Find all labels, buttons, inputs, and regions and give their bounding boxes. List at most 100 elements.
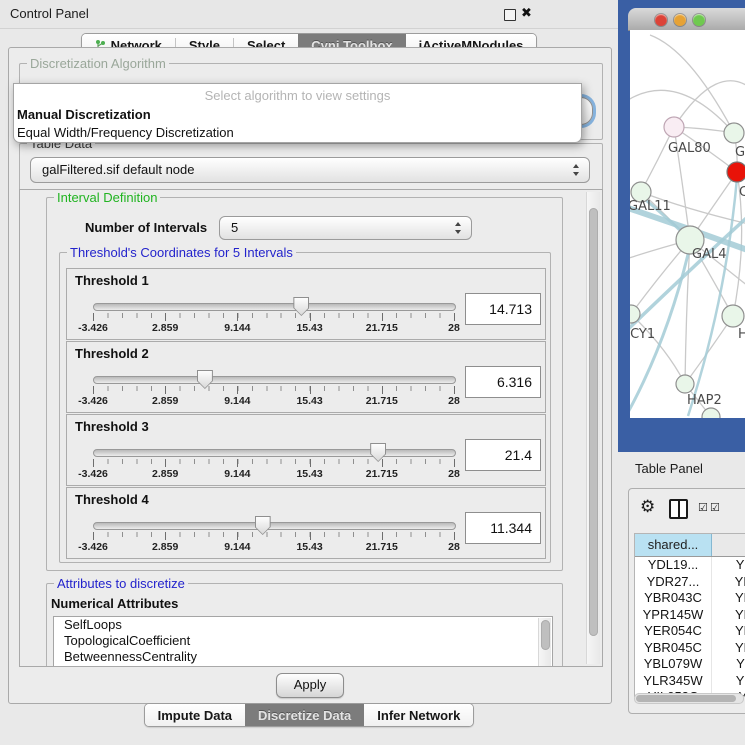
network-edge[interactable] [674, 81, 745, 127]
network-node-pink[interactable] [664, 117, 684, 137]
split-columns-icon[interactable] [669, 499, 688, 519]
network-node-green[interactable] [676, 375, 694, 393]
cell-shared-name[interactable]: YDR27... [635, 574, 712, 591]
slider-tick-label: 15.43 [296, 322, 322, 334]
slider-major-tick [382, 386, 383, 394]
apply-button[interactable]: Apply [276, 673, 344, 698]
network-node-green[interactable] [722, 305, 744, 327]
attribute-item[interactable]: TopologicalCoefficient [54, 633, 552, 649]
cell-name[interactable]: YDR2 [712, 574, 745, 591]
vertical-scrollbar-thumb[interactable] [589, 208, 598, 636]
checkbox-icon[interactable]: ☑ [710, 501, 720, 514]
table-row[interactable]: YDR27...YDR2 [635, 574, 745, 591]
table-row[interactable]: YBR045CYBR0 [635, 640, 745, 657]
tab-impute-data[interactable]: Impute Data [145, 704, 245, 726]
slider-major-tick [237, 459, 238, 467]
threshold-value-field[interactable]: 21.4 [465, 439, 541, 471]
slider-major-tick [310, 386, 311, 394]
slider-tick-label: 15.43 [296, 468, 322, 480]
threshold-value-field[interactable]: 11.344 [465, 512, 541, 544]
threshold-label: Threshold 3 [75, 419, 149, 434]
cell-name[interactable]: YBR0 [712, 640, 745, 657]
numerical-attributes-label: Numerical Attributes [51, 596, 178, 611]
table-row[interactable]: YER054CYER0 [635, 623, 745, 640]
threshold-slider-track[interactable] [93, 303, 456, 311]
table-data-combobox[interactable]: galFiltered.sif default node [30, 157, 590, 183]
threshold-value-field[interactable]: 6.316 [465, 366, 541, 398]
horizontal-scrollbar[interactable] [634, 693, 744, 704]
slider-major-tick [310, 459, 311, 467]
zoom-traffic-light-icon[interactable] [693, 14, 705, 26]
threshold-slider-track[interactable] [93, 522, 456, 530]
network-window-titlebar[interactable] [628, 8, 745, 31]
slider-minor-ticks [93, 386, 455, 391]
network-window-frame: GAL80GACGAL11GAL4GCY1HHAP2 [618, 0, 745, 452]
table-row[interactable]: YLR345WYLR3 [635, 673, 745, 690]
column-header-shared-name[interactable]: shared... [635, 534, 712, 556]
slider-tick-label: 9.144 [224, 541, 250, 553]
threshold-slider-track[interactable] [93, 376, 456, 384]
horizontal-scrollbar-thumb[interactable] [636, 695, 736, 702]
node-table[interactable]: shared... na YDL19...YDL1YDR27...YDR2YBR… [634, 533, 745, 697]
threshold-label: Threshold 1 [75, 273, 149, 288]
slider-tick-label: 2.859 [152, 468, 178, 480]
tab-discretize-data[interactable]: Discretize Data [245, 704, 364, 726]
threshold-row: Threshold 2 6.316 -3.4262.8599.14415.432… [66, 341, 546, 413]
network-edge[interactable] [685, 316, 733, 384]
table-panel: ⚙ ☑ ☑ shared... na YDL19...YDL1YDR27...Y… [628, 488, 745, 714]
cell-name[interactable]: YDL1 [712, 557, 745, 574]
slider-tick-label: 28 [448, 322, 460, 334]
tab-infer-network[interactable]: Infer Network [364, 704, 473, 726]
cell-shared-name[interactable]: YER054C [635, 623, 712, 640]
algorithm-option[interactable]: Manual Discretization [14, 106, 581, 124]
network-edge-highlighted[interactable] [688, 178, 737, 416]
checkbox-icon[interactable]: ☑ [698, 501, 708, 514]
vertical-scrollbar[interactable] [586, 192, 600, 664]
attribute-item[interactable]: SelfLoops [54, 617, 552, 633]
threshold-slider-track[interactable] [93, 449, 456, 457]
table-data-group: Table Data galFiltered.sif default node [19, 143, 603, 191]
cell-shared-name[interactable]: YBR045C [635, 640, 712, 657]
cell-name[interactable]: YER0 [712, 623, 745, 640]
table-row[interactable]: YPR145WYPR1 [635, 607, 745, 624]
cell-name[interactable]: YBL0 [712, 656, 745, 673]
cell-shared-name[interactable]: YLR345W [635, 673, 712, 690]
number-of-intervals-combobox[interactable]: 5 [219, 216, 472, 240]
cell-shared-name[interactable]: YPR145W [635, 607, 712, 624]
cell-name[interactable]: YBR0 [712, 590, 745, 607]
numerical-attributes-list[interactable]: SelfLoopsTopologicalCoefficientBetweenne… [53, 616, 553, 667]
table-row[interactable]: YBL079WYBL0 [635, 656, 745, 673]
cyni-toolbox-panel: Discretization Algorithm Select algorith… [8, 47, 612, 704]
slider-minor-ticks [93, 532, 455, 537]
cell-shared-name[interactable]: YBR043C [635, 590, 712, 607]
slider-tick-label: 9.144 [224, 468, 250, 480]
cell-shared-name[interactable]: YBL079W [635, 656, 712, 673]
network-canvas[interactable]: GAL80GACGAL11GAL4GCY1HHAP2 [630, 30, 745, 418]
list-scrollbar-thumb[interactable] [541, 620, 550, 650]
slider-tick-label: 2.859 [152, 541, 178, 553]
float-window-icon[interactable] [504, 9, 516, 21]
close-traffic-light-icon[interactable] [655, 14, 667, 26]
table-panel-toolbar: ⚙ ☑ ☑ [629, 495, 745, 525]
minimize-traffic-light-icon[interactable] [674, 14, 686, 26]
gear-icon[interactable]: ⚙ [640, 497, 655, 517]
list-scrollbar[interactable] [538, 618, 551, 666]
slider-major-tick [93, 313, 94, 321]
column-header-name[interactable]: na [712, 534, 745, 556]
cell-name[interactable]: YPR1 [712, 607, 745, 624]
close-icon[interactable]: ✖ [521, 5, 532, 21]
table-row[interactable]: YBR043CYBR0 [635, 590, 745, 607]
network-edge[interactable] [641, 127, 674, 192]
cell-name[interactable]: YLR3 [712, 673, 745, 690]
slider-major-tick [237, 532, 238, 540]
slider-tick-label: 21.715 [366, 395, 398, 407]
table-row[interactable]: YDL19...YDL1 [635, 557, 745, 574]
attribute-item[interactable]: BetweennessCentrality [54, 649, 552, 665]
network-node-green[interactable] [724, 123, 744, 143]
threshold-value-field[interactable]: 14.713 [465, 293, 541, 325]
network-node-red[interactable] [727, 162, 745, 182]
tab-label: Discretize Data [258, 708, 351, 723]
cell-shared-name[interactable]: YDL19... [635, 557, 712, 574]
network-edge[interactable] [650, 35, 734, 133]
algorithm-option[interactable]: Equal Width/Frequency Discretization [14, 124, 581, 142]
